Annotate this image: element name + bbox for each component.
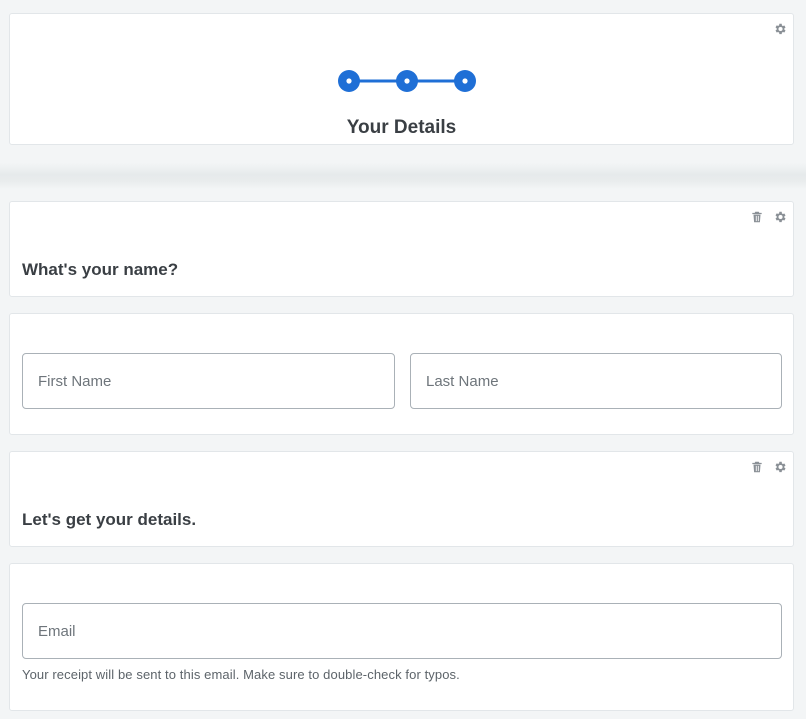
name-heading-card: What's your name? <box>9 201 794 297</box>
email-card: Your receipt will be sent to this email.… <box>9 563 794 711</box>
name-heading-tools <box>750 210 787 224</box>
progress-step-dot <box>346 78 352 84</box>
details-heading-card: Let's get your details. <box>9 451 794 547</box>
gear-icon[interactable] <box>773 210 787 224</box>
progress-step-dot <box>462 78 468 84</box>
gear-icon[interactable] <box>773 22 787 36</box>
trash-icon[interactable] <box>750 460 764 474</box>
step-header-card: Your Details <box>9 13 794 145</box>
step-header-tools <box>773 22 787 36</box>
trash-icon[interactable] <box>750 210 764 224</box>
last-name-input[interactable] <box>410 353 782 409</box>
section-divider <box>0 163 806 189</box>
gear-icon[interactable] <box>773 460 787 474</box>
first-name-input[interactable] <box>22 353 395 409</box>
details-heading: Let's get your details. <box>22 510 197 529</box>
progress-indicator <box>338 70 476 92</box>
progress-step-dot <box>404 78 410 84</box>
name-heading: What's your name? <box>22 260 179 279</box>
step-title: Your Details <box>346 117 457 138</box>
details-heading-tools <box>750 460 787 474</box>
email-help-text: Your receipt will be sent to this email.… <box>22 667 460 682</box>
name-fields-card <box>9 313 794 435</box>
email-input[interactable] <box>22 603 782 659</box>
